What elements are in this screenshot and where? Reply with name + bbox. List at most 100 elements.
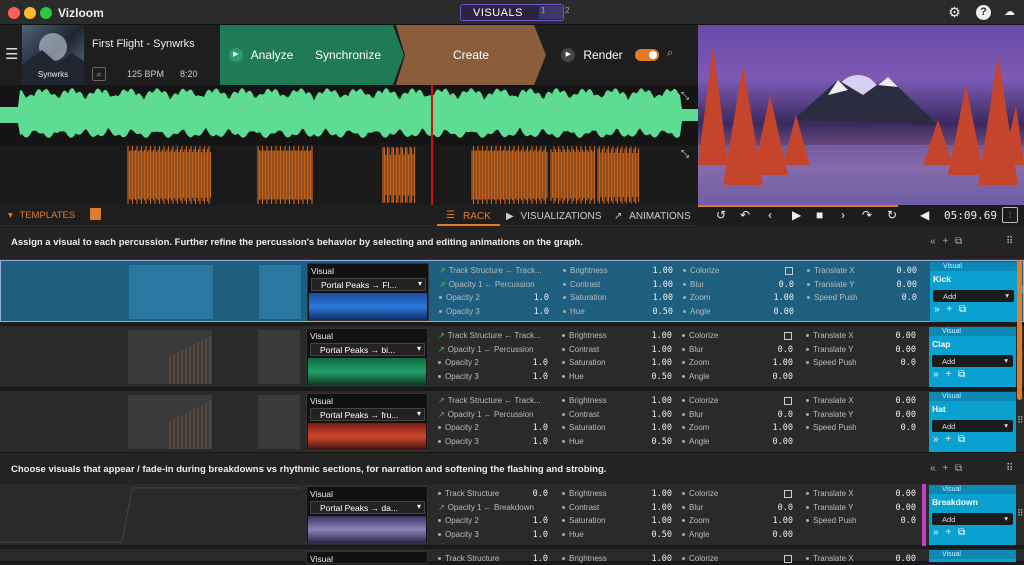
render-settings-icon[interactable]: ⌕ — [667, 47, 673, 60]
stop-icon[interactable]: ■ — [816, 208, 823, 222]
percussion-card[interactable]: Visual Kick Add » + ⧉ — [930, 262, 1017, 322]
add-dropdown[interactable]: Add — [933, 290, 1014, 302]
param-value[interactable]: 1.00 — [632, 358, 672, 368]
param-label[interactable]: Blur — [682, 345, 703, 354]
colorize-checkbox[interactable] — [784, 332, 792, 340]
param-value[interactable]: 0.0 — [753, 503, 793, 513]
param-label[interactable]: Opacity 3 — [439, 307, 480, 316]
param-value[interactable]: 1.0 — [509, 307, 549, 317]
param-label[interactable]: ↗ Opacity 1 ← Percussion — [439, 280, 535, 289]
param-value[interactable]: 0.50 — [632, 437, 672, 447]
animation-graph[interactable] — [0, 326, 300, 387]
param-label[interactable]: Opacity 2 — [438, 516, 479, 525]
param-value[interactable]: 0.00 — [876, 331, 916, 341]
next-icon[interactable]: › — [841, 208, 845, 222]
param-label[interactable]: Colorize — [682, 331, 718, 340]
param-label[interactable]: Hue — [562, 437, 584, 446]
visual-select[interactable]: Portal Peaks → da... ▾ — [310, 501, 425, 514]
templates-toggle[interactable]: ▾ TEMPLATES — [8, 210, 75, 221]
param-label[interactable]: Contrast — [563, 280, 600, 289]
param-label[interactable]: Brightness — [563, 266, 608, 275]
visual-select[interactable]: Portal Peaks → Fl... ▾ — [311, 278, 426, 291]
param-label[interactable]: ↗ Track Structure ← Track... — [439, 266, 542, 275]
param-label[interactable]: Zoom — [682, 516, 709, 525]
param-value[interactable]: 1.00 — [632, 423, 672, 433]
param-value[interactable]: 0.00 — [876, 345, 916, 355]
param-label[interactable]: Zoom — [682, 423, 709, 432]
play-icon[interactable]: ▶ — [792, 208, 801, 222]
animation-graph[interactable] — [0, 484, 300, 545]
param-value[interactable]: 0.00 — [876, 396, 916, 406]
param-value[interactable]: 0.00 — [877, 280, 917, 290]
add-dropdown[interactable]: Add — [932, 513, 1013, 525]
scrollbar[interactable] — [1017, 260, 1022, 400]
visual-card[interactable]: Visual Portal Peaks → fru... ▾ — [306, 393, 428, 451]
param-label[interactable]: Blur — [683, 280, 704, 289]
param-label[interactable]: ↗ Opacity 1 ← Breakdown — [438, 503, 534, 512]
param-label[interactable]: Hue — [562, 530, 584, 539]
volume-icon[interactable]: ◀ — [920, 208, 929, 222]
param-label[interactable]: Hue — [563, 307, 585, 316]
param-label[interactable]: Colorize — [682, 489, 718, 498]
rack-row[interactable]: Visual Portal Peaks → fru... ▾ ↗ Track Stru… — [0, 391, 1024, 453]
param-label[interactable]: Zoom — [682, 358, 709, 367]
param-value[interactable]: 0.00 — [753, 437, 793, 447]
rewind-icon[interactable]: ↺ — [716, 208, 726, 222]
rack-row[interactable]: Visual Portal Peaks → da... ▾ Track Struct… — [0, 484, 1024, 546]
previous-icon[interactable]: ‹ — [768, 208, 772, 222]
param-label[interactable]: Saturation — [562, 358, 605, 367]
visual-card[interactable]: Visual — [306, 551, 428, 564]
card-controls[interactable]: » + ⧉ — [929, 432, 1016, 445]
param-value[interactable]: 1.00 — [753, 516, 793, 526]
playback-progress[interactable] — [698, 205, 898, 207]
param-label[interactable]: Speed Push — [807, 293, 858, 302]
visual-card[interactable]: Visual Portal Peaks → bi... ▾ — [306, 328, 428, 386]
param-value[interactable]: 0.0 — [753, 345, 793, 355]
save-icon[interactable] — [90, 208, 101, 220]
step-synchronize[interactable]: Synchronize — [292, 25, 404, 85]
monitor-selector[interactable]: 1 2 — [538, 6, 569, 19]
tab-animations[interactable]: ↗ ANIMATIONS — [614, 211, 691, 222]
param-value[interactable]: 0.00 — [754, 307, 794, 317]
param-value[interactable]: 1.00 — [753, 358, 793, 368]
param-value[interactable]: 1.0 — [508, 423, 548, 433]
param-label[interactable]: ↗ Track Structure ← Track... — [438, 331, 541, 340]
section-controls[interactable]: « + ⧉ — [930, 236, 964, 247]
param-label[interactable]: Speed Push — [806, 516, 857, 525]
param-value[interactable]: 0.0 — [877, 293, 917, 303]
param-value[interactable]: 0.0 — [876, 516, 916, 526]
percussion-card[interactable]: Visual Breakdown Add » + ⧉ — [929, 485, 1016, 545]
param-label[interactable]: Brightness — [562, 396, 607, 405]
waveform-full[interactable]: ⤡ — [0, 85, 698, 145]
step-create[interactable]: Create — [396, 25, 546, 85]
add-dropdown[interactable]: Add — [932, 420, 1013, 432]
param-value[interactable]: 1.00 — [633, 293, 673, 303]
param-label[interactable]: ↗ Opacity 1 ← Percussion — [438, 345, 534, 354]
tab-rack[interactable]: ☰ RACK — [437, 205, 500, 226]
drag-handle-icon[interactable]: ⠿ — [1017, 508, 1024, 519]
animation-graph[interactable] — [0, 391, 300, 452]
collapse-icon[interactable]: ⤡ — [681, 91, 689, 102]
param-value[interactable]: 1.00 — [632, 489, 672, 499]
param-value[interactable]: 0.0 — [876, 423, 916, 433]
param-label[interactable]: Colorize — [683, 266, 719, 275]
visual-card[interactable]: Visual Portal Peaks → Fl... ▾ — [307, 263, 429, 321]
cloud-icon[interactable]: ☁ — [1002, 5, 1017, 20]
param-value[interactable]: 0.50 — [632, 372, 672, 382]
tab-visualizations[interactable]: ▶ VISUALIZATIONS — [506, 211, 601, 222]
redo-icon[interactable]: ↷ — [862, 208, 872, 222]
param-label[interactable]: Translate Y — [806, 345, 853, 354]
percussion-card[interactable]: Visual — [929, 550, 1016, 562]
param-label[interactable]: Speed Push — [806, 358, 857, 367]
param-label[interactable]: Saturation — [562, 423, 605, 432]
visual-card[interactable]: Visual Portal Peaks → da... ▾ — [306, 486, 428, 544]
param-label[interactable]: Saturation — [563, 293, 606, 302]
gear-icon[interactable]: ⚙ — [947, 5, 962, 20]
param-label[interactable]: Angle — [682, 530, 709, 539]
visuals-mode-badge[interactable]: VISUALS 1 2 — [460, 4, 569, 21]
param-value[interactable]: 1.00 — [632, 503, 672, 513]
param-label[interactable]: Blur — [682, 503, 703, 512]
colorize-checkbox[interactable] — [784, 490, 792, 498]
rack-row[interactable]: Visual Track Structure 1.0 Brightness 1.00 Co… — [0, 549, 1024, 564]
param-value[interactable]: 0.00 — [876, 503, 916, 513]
